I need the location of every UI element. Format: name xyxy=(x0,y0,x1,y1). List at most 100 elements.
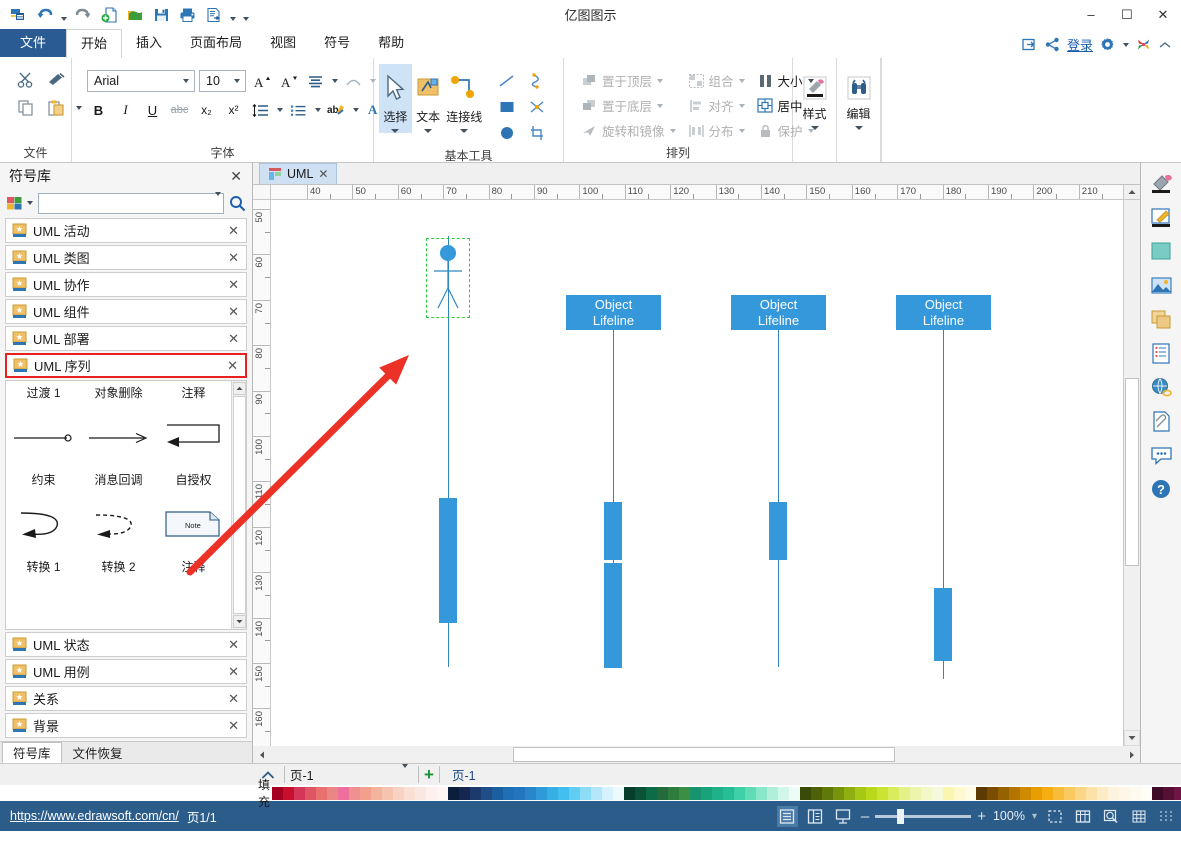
paste-icon[interactable] xyxy=(45,97,67,119)
chevron-down-icon[interactable] xyxy=(657,78,664,83)
color-swatch[interactable] xyxy=(404,786,416,800)
color-swatch[interactable] xyxy=(910,786,922,800)
color-swatch[interactable] xyxy=(987,786,999,800)
lifeline-line[interactable] xyxy=(778,330,779,667)
color-swatch[interactable] xyxy=(349,786,361,800)
underline-button[interactable]: U xyxy=(141,99,164,121)
undo-icon[interactable] xyxy=(32,4,56,26)
chevron-down-icon[interactable] xyxy=(27,201,33,205)
color-swatch[interactable] xyxy=(481,786,493,800)
zoom-out-button[interactable]: – xyxy=(861,808,869,825)
color-swatch[interactable] xyxy=(734,786,746,800)
chevron-down-icon[interactable] xyxy=(229,79,243,83)
close-icon[interactable]: ✕ xyxy=(225,358,240,374)
color-swatch[interactable] xyxy=(492,786,504,800)
color-swatch[interactable] xyxy=(338,786,350,800)
color-swatch[interactable] xyxy=(272,786,284,800)
color-swatch[interactable] xyxy=(591,786,603,800)
color-swatch[interactable] xyxy=(1108,786,1120,800)
style-dropdown-caret[interactable] xyxy=(810,126,819,130)
save-icon[interactable] xyxy=(149,4,173,26)
color-swatch[interactable] xyxy=(1119,786,1131,800)
color-swatch[interactable] xyxy=(1097,786,1109,800)
color-swatch-strip[interactable] xyxy=(272,786,1181,800)
grow-font-icon[interactable]: A xyxy=(250,70,273,92)
hscroll-thumb[interactable] xyxy=(513,747,895,762)
bullet-list-icon[interactable] xyxy=(287,99,310,121)
color-swatch[interactable] xyxy=(635,786,647,800)
menu-tab-page-layout[interactable]: 页面布局 xyxy=(176,29,256,57)
color-swatch[interactable] xyxy=(943,786,955,800)
library-item-uml-deployment[interactable]: UML 部署 ✕ xyxy=(5,326,247,351)
tab-symbol-library[interactable]: 符号库 xyxy=(2,742,62,763)
login-link[interactable]: 登录 xyxy=(1067,35,1093,54)
theme-color-icon[interactable] xyxy=(1147,239,1175,264)
vertical-ruler[interactable]: 5060708090100110120130140150160170180 xyxy=(253,200,271,746)
align-button[interactable]: 对齐 xyxy=(684,93,749,118)
tab-file-recovery[interactable]: 文件恢复 xyxy=(62,742,134,763)
select-tool-caret[interactable] xyxy=(391,129,400,133)
gear-icon[interactable] xyxy=(1100,37,1115,52)
color-swatch[interactable] xyxy=(360,786,372,800)
color-swatch[interactable] xyxy=(580,786,592,800)
color-swatch[interactable] xyxy=(448,786,460,800)
subscript-button[interactable]: x₂ xyxy=(195,99,218,121)
chevron-down-icon[interactable] xyxy=(738,128,745,133)
color-swatch[interactable] xyxy=(1075,786,1087,800)
website-link[interactable]: https://www.edrawsoft.com/cn/ xyxy=(10,809,179,823)
align-dropdown-caret[interactable] xyxy=(332,79,338,83)
library-item-uml-component[interactable]: UML 组件 ✕ xyxy=(5,299,247,324)
activation-bar[interactable] xyxy=(934,588,952,661)
export-icon[interactable] xyxy=(1022,37,1038,52)
scrollbar-thumb[interactable] xyxy=(232,396,246,614)
close-icon[interactable]: ✕ xyxy=(226,331,241,347)
color-swatch[interactable] xyxy=(756,786,768,800)
close-icon[interactable]: ✕ xyxy=(226,250,241,266)
crop-shape-icon[interactable] xyxy=(524,121,550,145)
library-item-uml-collaboration[interactable]: UML 协作 ✕ xyxy=(5,272,247,297)
select-tool[interactable]: 选择 xyxy=(379,64,412,133)
rectangle-shape-icon[interactable] xyxy=(494,95,520,119)
fit-width-icon[interactable] xyxy=(1072,806,1093,827)
color-swatch[interactable] xyxy=(965,786,977,800)
shape-message-callback[interactable]: 消息回调 xyxy=(81,470,156,557)
color-swatch[interactable] xyxy=(1163,786,1175,800)
menu-tab-help[interactable]: 帮助 xyxy=(364,29,418,57)
color-swatch[interactable] xyxy=(393,786,405,800)
activation-bar[interactable] xyxy=(604,502,622,560)
object-lifeline-box[interactable]: Object Lifeline xyxy=(731,295,826,330)
color-swatch[interactable] xyxy=(547,786,559,800)
color-swatch[interactable] xyxy=(921,786,933,800)
diagram-canvas[interactable]: Object Lifeline Object Lifeline Object Lifeli… xyxy=(271,200,1123,746)
edit-button[interactable]: 编辑 xyxy=(842,67,875,130)
comment-icon[interactable] xyxy=(1147,443,1175,468)
color-swatch[interactable] xyxy=(954,786,966,800)
shape-transition-1[interactable]: 过渡 1 xyxy=(6,383,81,470)
fill-icon[interactable] xyxy=(1147,171,1175,196)
color-swatch[interactable] xyxy=(613,786,625,800)
scroll-right-icon[interactable] xyxy=(1123,746,1140,763)
color-swatch[interactable] xyxy=(800,786,812,800)
color-swatch[interactable] xyxy=(602,786,614,800)
new-doc-icon[interactable] xyxy=(6,4,30,26)
color-swatch[interactable] xyxy=(998,786,1010,800)
chevron-down-icon[interactable] xyxy=(657,103,664,108)
open-icon[interactable] xyxy=(123,4,147,26)
color-swatch[interactable] xyxy=(1053,786,1065,800)
scroll-left-icon[interactable] xyxy=(253,746,271,763)
color-swatch[interactable] xyxy=(855,786,867,800)
color-swatch[interactable] xyxy=(1174,786,1181,800)
color-swatch[interactable] xyxy=(536,786,548,800)
menu-tab-insert[interactable]: 插入 xyxy=(122,29,176,57)
strikethrough-button[interactable]: abc xyxy=(168,99,191,121)
help-icon[interactable]: ? xyxy=(1147,477,1175,502)
color-swatch[interactable] xyxy=(459,786,471,800)
color-swatch[interactable] xyxy=(778,786,790,800)
italic-button[interactable]: I xyxy=(114,99,137,121)
line-pen-icon[interactable] xyxy=(1147,205,1175,230)
bring-to-front-button[interactable]: 置于顶层 xyxy=(577,68,680,93)
chevron-down-icon[interactable] xyxy=(669,128,676,133)
presentation-view-icon[interactable] xyxy=(833,806,854,827)
style-button[interactable]: 样式 xyxy=(798,67,831,130)
collapse-ribbon-icon[interactable] xyxy=(1158,39,1172,51)
